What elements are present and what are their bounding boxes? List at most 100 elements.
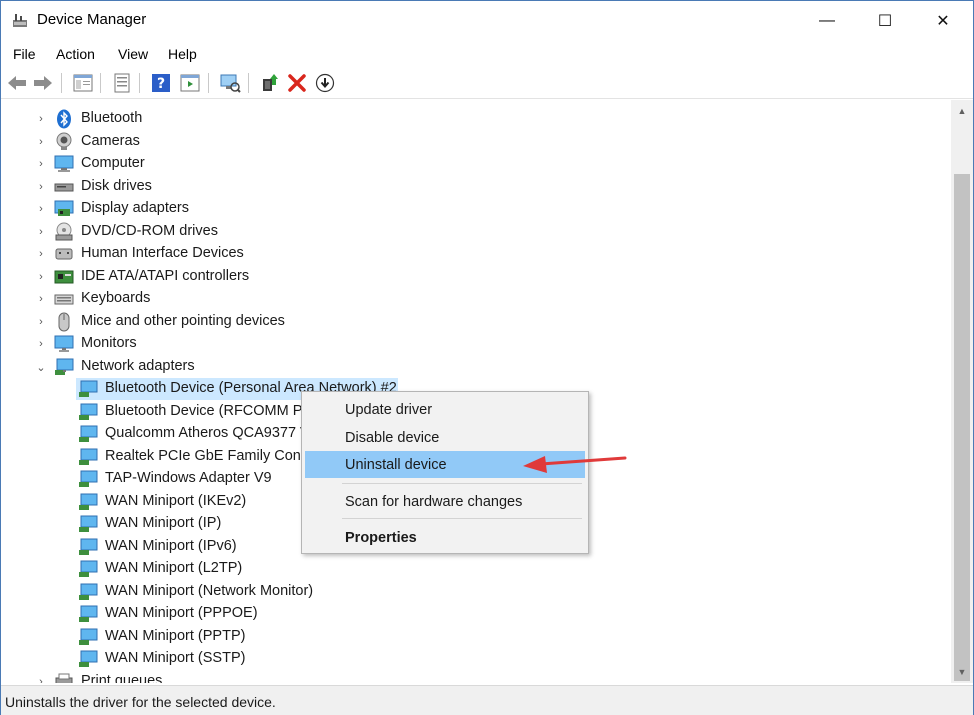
minimize-button[interactable]: — [798,1,856,41]
computer-icon [54,155,74,172]
context-item-update-driver[interactable]: Update driver [305,396,585,423]
menu-view[interactable]: View [118,46,148,62]
network-adapter-icon [79,425,98,442]
tree-item-ide-controllers[interactable]: › IDE ATA/ATAPI controllers [2,266,951,288]
tree-item-label: DVD/CD-ROM drives [81,223,218,239]
tree-child[interactable]: WAN Miniport (PPPOE) [76,603,376,625]
scroll-up-icon[interactable]: ▲ [951,102,973,120]
tree-item-bluetooth[interactable]: › Bluetooth [2,108,951,130]
chevron-right-icon[interactable]: › [35,243,47,265]
action-pane-icon [180,74,200,92]
tree-child[interactable]: Bluetooth Device (RFCOMM Pr [76,401,307,423]
tree-item-display-adapters[interactable]: › Display adapters [2,198,951,220]
chevron-right-icon[interactable]: › [35,108,47,130]
enable-device-icon [315,73,335,93]
tree-child-label: WAN Miniport (IKEv2) [105,493,247,509]
context-item-scan-hardware[interactable]: Scan for hardware changes [305,488,585,515]
tree-child[interactable]: WAN Miniport (IP) [76,513,302,535]
tree-child-label: WAN Miniport (IPv6) [105,538,237,554]
scrollbar-thumb[interactable] [954,174,970,681]
uninstall-device-icon [288,74,306,92]
scan-hardware-button[interactable] [219,72,241,94]
network-adapter-icon [79,403,98,420]
network-adapter-icon [79,448,98,465]
tree-item-disk-drives[interactable]: › Disk drives [2,176,951,198]
menu-help[interactable]: Help [168,46,197,62]
tree-child[interactable]: WAN Miniport (SSTP) [76,648,376,670]
dvd-drive-icon [55,222,73,241]
tree-item-human-interface-devices[interactable]: › Human Interface Devices [2,243,951,265]
chevron-right-icon[interactable]: › [35,131,47,153]
hid-icon [55,248,73,260]
device-manager-window: Device Manager — ☐ ✕ File Action View He… [0,0,974,715]
toolbar-separator [139,73,140,93]
tree-item-label: Display adapters [81,200,189,216]
scroll-down-icon[interactable]: ▼ [951,663,973,681]
toolbar: ? [1,68,973,99]
context-item-properties[interactable]: Properties [305,524,585,551]
chevron-right-icon[interactable]: › [35,153,47,175]
chevron-right-icon[interactable]: › [35,266,47,288]
properties-button[interactable] [111,72,133,94]
tree-child[interactable]: TAP-Windows Adapter V9 [76,468,302,490]
chevron-right-icon[interactable]: › [35,671,47,683]
help-button[interactable]: ? [150,72,172,94]
enable-device-button[interactable] [314,72,336,94]
tree-item-label: Mice and other pointing devices [81,313,285,329]
menu-action[interactable]: Action [56,46,95,62]
monitor-icon [54,335,74,352]
tree-item-label: Print queues [81,673,163,683]
tree-child[interactable]: WAN Miniport (IPv6) [76,536,302,558]
tree-child-label: WAN Miniport (IP) [105,515,222,531]
tree-item-keyboards[interactable]: › Keyboards [2,288,951,310]
chevron-down-icon[interactable]: ⌄ [35,356,47,378]
tree-child[interactable]: WAN Miniport (IKEv2) [76,491,302,513]
chevron-right-icon[interactable]: › [35,288,47,310]
toolbar-separator [100,73,101,93]
action-pane-button[interactable] [179,72,201,94]
context-menu-separator [342,518,582,519]
tree-item-dvd-drives[interactable]: › DVD/CD-ROM drives [2,221,951,243]
chevron-right-icon[interactable]: › [35,198,47,220]
close-icon: ✕ [936,13,950,30]
tree-item-print-queues[interactable]: › Print queues [2,671,951,683]
tree-item-label: Bluetooth [81,110,143,126]
tree-item-cameras[interactable]: › Cameras [2,131,951,153]
chevron-right-icon[interactable]: › [35,176,47,198]
chevron-right-icon[interactable]: › [35,311,47,333]
minimize-icon: — [819,12,835,29]
ide-controller-icon [54,270,74,284]
tree-child[interactable]: WAN Miniport (Network Monitor) [76,581,376,603]
back-icon [8,76,26,90]
update-driver-button[interactable] [258,72,280,94]
tree-child[interactable]: WAN Miniport (PPTP) [76,626,376,648]
close-button[interactable]: ✕ [914,1,972,41]
tree-item-label: Computer [81,155,145,171]
help-icon: ? [152,74,170,92]
tree-item-computer[interactable]: › Computer [2,153,951,175]
tree-item-label: IDE ATA/ATAPI controllers [81,268,250,284]
network-adapter-icon [79,493,98,510]
tree-child-label: WAN Miniport (L2TP) [105,560,243,576]
tree-child[interactable]: Qualcomm Atheros QCA9377 V [76,423,310,445]
forward-button[interactable] [32,72,54,94]
window-title: Device Manager [37,11,147,28]
status-text: Uninstalls the driver for the selected d… [5,694,276,710]
vertical-scrollbar[interactable]: ▲ ▼ [951,100,973,683]
tree-item-label: Human Interface Devices [81,245,244,261]
tree-child[interactable]: Realtek PCIe GbE Family Contro [76,446,318,468]
show-hide-console-tree-button[interactable] [72,72,94,94]
context-item-label: Disable device [345,429,440,446]
tree-child[interactable]: WAN Miniport (L2TP) [76,558,376,580]
chevron-right-icon[interactable]: › [35,333,47,355]
menu-file[interactable]: File [13,46,36,62]
chevron-right-icon[interactable]: › [35,221,47,243]
uninstall-device-button[interactable] [286,72,308,94]
maximize-button[interactable]: ☐ [856,1,914,41]
tree-item-network-adapters[interactable]: ⌄ Network adapters [2,356,951,378]
tree-item-mice[interactable]: › Mice and other pointing devices [2,311,951,333]
tree-child-label: Qualcomm Atheros QCA9377 V [105,425,310,441]
tree-item-monitors[interactable]: › Monitors [2,333,951,355]
disk-drive-icon [54,183,74,192]
back-button[interactable] [6,72,28,94]
